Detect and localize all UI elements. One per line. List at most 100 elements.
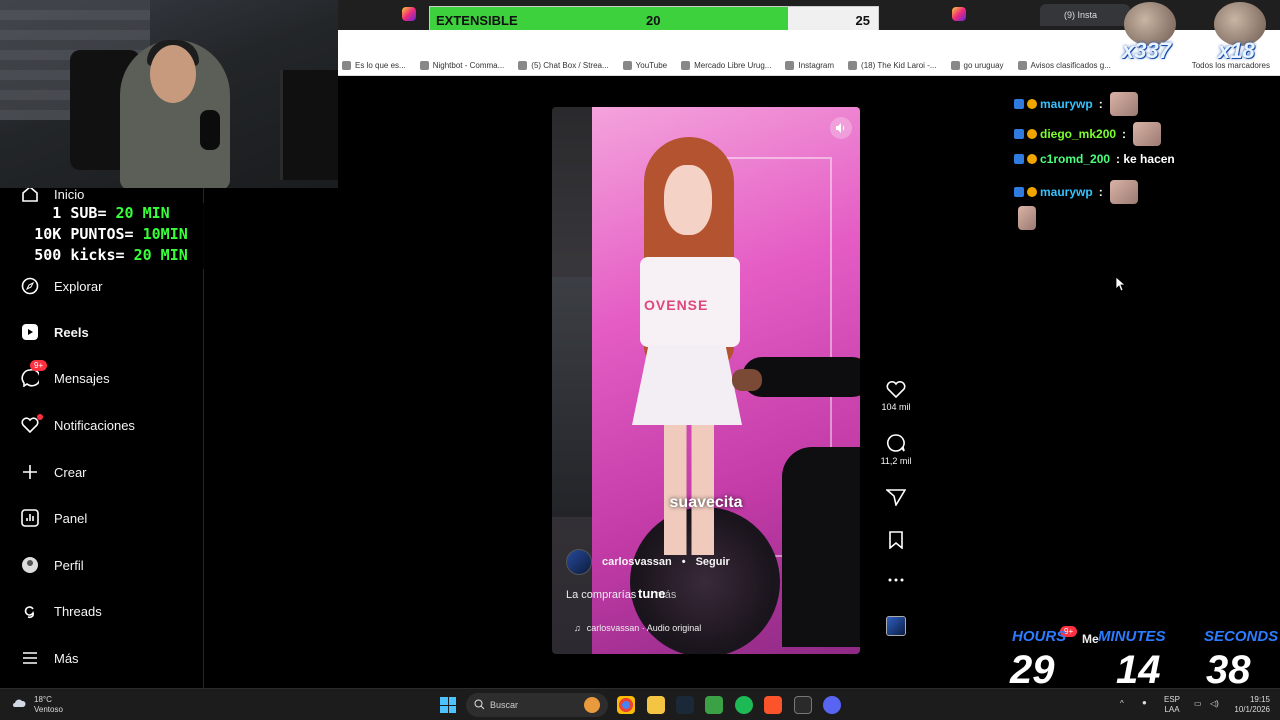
save-button[interactable] (880, 531, 912, 553)
plus-icon (20, 462, 40, 482)
language-indicator[interactable]: ESP LAA (1164, 695, 1180, 715)
unread-dot (37, 414, 43, 420)
reel-audio[interactable]: ♫ carlosvassan · Audio original (574, 623, 701, 633)
bookmark-item[interactable]: Nightbot - Comma... (419, 61, 504, 70)
author-name[interactable]: carlosvassan (602, 556, 672, 568)
badge-icon (1014, 154, 1024, 164)
more-options-button[interactable] (880, 574, 912, 590)
badge-icon (1027, 129, 1037, 139)
bookmark-item[interactable]: (18) The Kid Laroi -... (848, 61, 937, 70)
goal-label: EXTENSIBLE (436, 13, 518, 28)
notification-badge: 9+ (30, 360, 48, 371)
file-explorer-icon[interactable] (647, 696, 665, 714)
bookmark-favicon-icon (1017, 61, 1027, 70)
rule-value: 10MIN (142, 225, 188, 243)
sidebar-item-reels[interactable]: Reels (20, 322, 89, 342)
chevron-up-icon[interactable]: ^ (1120, 699, 1124, 708)
bookmark-item[interactable]: YouTube (622, 61, 668, 70)
discord-icon[interactable] (823, 696, 841, 714)
sub-rules-overlay: 1 SUB= 20 MIN 10K PUNTOS= 10MIN 500 kick… (16, 203, 206, 269)
reel-overlay-text: suavecita (669, 494, 743, 511)
chat-username[interactable]: c1romd_200 (1040, 152, 1110, 166)
threads-icon (20, 601, 40, 621)
sidebar-item-explorar[interactable]: Explorar (20, 276, 102, 296)
chat-username[interactable]: maurywp (1040, 185, 1093, 199)
bookmark-favicon-icon (419, 61, 429, 70)
caption-text: La comprarías (566, 589, 637, 601)
sidebar-item-label: Notificaciones (54, 417, 135, 433)
sidebar-item-panel[interactable]: Panel (20, 508, 87, 528)
chat-username[interactable]: diego_mk200 (1040, 127, 1116, 141)
sub-rule-line: 1 SUB= 20 MIN (16, 203, 206, 224)
menu-icon (20, 648, 40, 668)
messages-float-label[interactable]: Me (1082, 632, 1099, 646)
bookmark-item[interactable]: Avisos clasificados g... (1017, 61, 1111, 70)
bookmark-item[interactable]: Mercado Libre Urug... (681, 61, 771, 70)
like-count: 104 mil (881, 402, 911, 412)
start-icon[interactable] (440, 697, 456, 713)
follow-button[interactable]: Seguir (696, 556, 730, 568)
bookmark-favicon-icon (622, 61, 632, 70)
bookmark-item[interactable]: go uruguay (950, 61, 1004, 70)
kicks-rule-line: 500 kicks= 20 MIN (16, 245, 206, 266)
sidebar-item-mensajes[interactable]: 9+ Mensajes (20, 360, 110, 388)
brave-icon[interactable] (764, 696, 782, 714)
reels-icon (20, 322, 40, 342)
badge-icon (1027, 187, 1037, 197)
taskbar-search[interactable]: Buscar (466, 693, 608, 717)
reel-caption: La comprarías tune ... más (566, 586, 676, 601)
windows-taskbar: 18°C Ventoso Buscar ^ ● ESP LAA ▭ ◁) 19:… (0, 688, 1280, 720)
bookmark-label: go uruguay (963, 61, 1004, 70)
time: 19:15 (1249, 695, 1270, 704)
clock[interactable]: 19:15 10/1/2026 (1230, 695, 1270, 715)
bookmark-item[interactable]: Instagram (785, 61, 834, 70)
badge-icon (1027, 154, 1037, 164)
hours-value: 29 (1010, 648, 1055, 692)
volume-icon[interactable]: ◁) (1210, 699, 1219, 708)
sidebar-item-label: Threads (54, 603, 102, 619)
network-icon[interactable]: ▭ (1194, 699, 1202, 708)
weather-widget[interactable]: 18°C Ventoso (12, 695, 63, 715)
send-icon (886, 489, 906, 506)
reel-video[interactable]: OVENSE suavecita carlosvassan • Seguir L… (552, 107, 860, 654)
chat-username[interactable]: maurywp (1040, 97, 1093, 111)
author-avatar[interactable] (566, 549, 592, 575)
share-button[interactable] (880, 488, 912, 510)
badge-icon (1027, 99, 1037, 109)
instagram-tab-icon[interactable] (402, 7, 416, 21)
layout-code: LAA (1164, 705, 1180, 714)
sidebar-item-threads[interactable]: Threads (20, 601, 102, 621)
spotify-icon[interactable] (735, 696, 753, 714)
like-button[interactable]: 104 mil (880, 380, 912, 412)
chrome-icon[interactable] (617, 696, 635, 714)
sidebar-item-label: Inicio (54, 186, 85, 202)
xbox-icon[interactable] (705, 696, 723, 714)
badge-icon (1014, 129, 1024, 139)
sidebar-item-perfil[interactable]: Perfil (20, 555, 84, 575)
sidebar-item-notificaciones[interactable]: Notificaciones (20, 414, 135, 435)
bookmark-label: (18) The Kid Laroi -... (861, 61, 937, 70)
bookmark-item[interactable]: Es lo que es... (342, 61, 406, 70)
audio-thumbnail[interactable] (880, 616, 912, 636)
obs-icon[interactable] (794, 696, 812, 714)
sidebar-item-crear[interactable]: Crear (20, 462, 87, 482)
comment-count: 11,2 mil (880, 456, 912, 466)
active-tab[interactable]: (9) Insta (1040, 4, 1130, 26)
sidebar-item-label: Explorar (54, 278, 103, 294)
chat-text: : (1098, 97, 1103, 111)
instagram-tab-icon[interactable] (952, 7, 966, 21)
bookmark-label: YouTube (635, 61, 668, 70)
sound-icon[interactable] (830, 117, 852, 139)
comment-button[interactable]: 11,2 mil (880, 434, 912, 466)
bookmark-item[interactable]: (5) Chat Box / Strea... (518, 61, 609, 70)
music-note-icon: ♫ (574, 623, 581, 633)
profile-icon (20, 555, 40, 575)
sidebar-item-más[interactable]: Más (20, 648, 79, 668)
steam-icon[interactable] (676, 696, 694, 714)
mic-icon[interactable]: ● (1142, 698, 1147, 707)
reel-author: carlosvassan • Seguir (566, 549, 730, 575)
search-highlight-icon (584, 697, 600, 713)
monitor (280, 70, 338, 180)
goal-current: 20 (646, 13, 661, 28)
bookmark-label: Avisos clasificados g... (1030, 61, 1111, 70)
